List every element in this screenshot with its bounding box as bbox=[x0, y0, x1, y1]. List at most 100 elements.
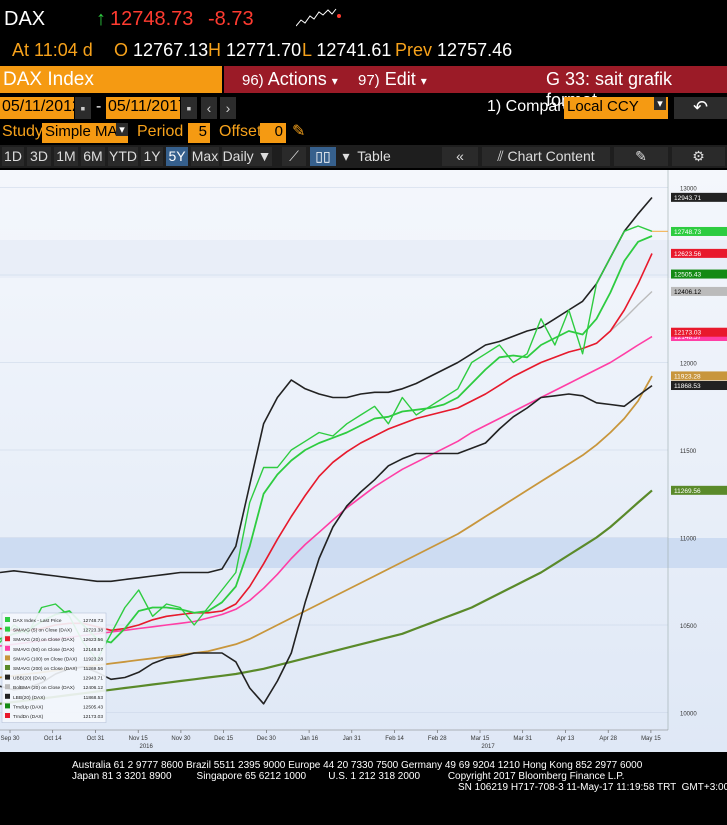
legend-swatch bbox=[5, 684, 10, 690]
value-tag-label: 11923.28 bbox=[674, 373, 701, 380]
x-year-label: 2016 bbox=[140, 744, 154, 750]
line-chart-icon[interactable]: ⟋ bbox=[282, 147, 306, 166]
table-button[interactable]: Table bbox=[355, 147, 393, 166]
menu-bar: 96) Actions ▾ 97) Edit ▾ G 33: sait graf… bbox=[224, 66, 727, 110]
legend-swatch bbox=[5, 655, 10, 661]
range-1m[interactable]: 1M bbox=[54, 147, 78, 166]
legend-value: 11923.28 bbox=[83, 656, 103, 662]
x-tick-label: Oct 14 bbox=[44, 736, 62, 742]
value-tag-label: 11868.53 bbox=[674, 383, 701, 390]
actions-menu-button[interactable]: 96) Actions ▾ bbox=[242, 69, 338, 90]
legend-swatch bbox=[5, 617, 10, 622]
range-6m[interactable]: 6M bbox=[81, 147, 105, 166]
start-date-field[interactable]: 05/11/2012 bbox=[0, 97, 81, 119]
y-tick-label: 12000 bbox=[680, 362, 697, 368]
footer-line-3: SN 106219 H717-708-3 11-May-17 11:19:58 … bbox=[458, 782, 727, 793]
legend-value: 11868.53 bbox=[83, 695, 103, 701]
ticker-row: DAX ↑ 12748.73 -8.73 bbox=[0, 0, 727, 38]
period-input[interactable]: 5 bbox=[188, 123, 210, 143]
legend-label: BolBMA (20) on Close (DAX) bbox=[13, 685, 75, 691]
highlight-band bbox=[0, 240, 727, 278]
value-tag-label: 12406.12 bbox=[674, 289, 701, 296]
legend-value: 12148.57 bbox=[83, 647, 103, 653]
period-label: Period bbox=[137, 123, 184, 140]
range-5y[interactable]: 5Y bbox=[166, 147, 188, 166]
security-title: DAX Index bbox=[0, 66, 222, 93]
chart-content-button[interactable]: ⫽ Chart Content bbox=[482, 147, 610, 166]
pencil-icon[interactable]: ✎ bbox=[292, 121, 305, 141]
legend-swatch bbox=[5, 626, 10, 632]
calendar-icon[interactable]: ▪ bbox=[181, 97, 197, 119]
legend: DAX Index - Last Price 12748.73 SMAVG (5) … bbox=[1, 612, 107, 723]
value-tag-label: 12505.43 bbox=[674, 272, 701, 279]
legend-value: 12406.12 bbox=[83, 685, 103, 691]
caret-down-icon: ▾ bbox=[654, 97, 666, 110]
legend-value: 12943.71 bbox=[83, 676, 103, 682]
range-3d[interactable]: 3D bbox=[27, 147, 51, 166]
y-tick-label: 13000 bbox=[680, 187, 697, 193]
range-max[interactable]: Max bbox=[191, 147, 219, 166]
offset-label: Offset bbox=[219, 123, 262, 140]
value-tag-label: 12748.73 bbox=[674, 229, 701, 236]
frequency-select[interactable]: Daily ▼ bbox=[222, 147, 272, 166]
legend-swatch bbox=[5, 693, 10, 699]
x-tick-label: Feb 28 bbox=[428, 736, 447, 742]
chart-icon: ⫽ bbox=[497, 148, 508, 164]
edit-menu-button[interactable]: 97) Edit ▾ bbox=[358, 69, 427, 90]
value-tag-label: 11269.56 bbox=[674, 488, 701, 495]
x-tick-label: Apr 28 bbox=[599, 736, 617, 742]
value-tag-label: 12173.03 bbox=[674, 330, 701, 337]
legend-label: SMAVG (100) on Close (DAX) bbox=[13, 656, 78, 662]
legend-label: TrndUp (DAX) bbox=[13, 704, 44, 710]
prev-period-icon[interactable]: ‹ bbox=[201, 97, 217, 119]
offset-input[interactable]: 0 bbox=[260, 123, 286, 143]
range-1d[interactable]: 1D bbox=[2, 147, 24, 166]
legend-label: LBB(20) (DAX) bbox=[13, 695, 45, 701]
edit-chart-icon[interactable]: ✎ bbox=[614, 147, 668, 166]
legend-label: TrndDn (DAX) bbox=[13, 714, 44, 720]
end-date-field[interactable]: 05/11/2017 bbox=[106, 97, 187, 119]
x-tick-label: Mar 31 bbox=[513, 736, 532, 742]
quote-row: At 11:04 d O 12767.13 H 12771.70 L 12741… bbox=[0, 38, 727, 64]
x-tick-label: May 15 bbox=[641, 736, 661, 742]
gear-icon[interactable]: ⚙ bbox=[672, 147, 725, 166]
x-tick-label: Dec 15 bbox=[214, 736, 234, 742]
prev-field: Prev 12757.46 bbox=[395, 40, 513, 60]
collapse-icon[interactable]: « bbox=[442, 147, 478, 166]
y-tick-label: 10500 bbox=[680, 624, 697, 630]
net-change: -8.73 bbox=[208, 8, 254, 30]
range-ytd[interactable]: YTD bbox=[108, 147, 138, 166]
legend-value: 12748.73 bbox=[83, 618, 103, 624]
legend-swatch bbox=[5, 713, 10, 718]
candle-chart-icon[interactable]: ▯▯ bbox=[310, 147, 336, 166]
x-tick-label: Sep 30 bbox=[0, 736, 20, 742]
back-icon[interactable]: ↶ bbox=[674, 97, 727, 119]
legend-label: UBB(20) (DAX) bbox=[13, 676, 46, 682]
footer-line-2: Japan 81 3 3201 8900 Singapore 65 6212 1… bbox=[72, 771, 625, 782]
next-period-icon[interactable]: › bbox=[220, 97, 236, 119]
range-1y[interactable]: 1Y bbox=[141, 147, 163, 166]
x-tick-label: Dec 30 bbox=[257, 736, 277, 742]
currency-select[interactable]: Local CCY ▾ bbox=[564, 97, 668, 119]
y-tick-label: 10000 bbox=[680, 712, 697, 718]
study-label: Study bbox=[2, 123, 43, 140]
price-chart[interactable]: 10000105001100011500120001250013000 Sep … bbox=[0, 170, 727, 752]
legend-label: SMAVG (20) on Close (DAX) bbox=[13, 637, 75, 643]
date-separator: - bbox=[96, 98, 102, 115]
x-tick-label: Nov 15 bbox=[129, 736, 149, 742]
calendar-icon[interactable]: ▪ bbox=[75, 97, 91, 119]
x-tick-label: Jan 31 bbox=[343, 736, 362, 742]
sparkline-icon bbox=[296, 8, 341, 27]
caret-down-icon[interactable]: ▾ bbox=[340, 147, 352, 166]
legend-swatch bbox=[5, 703, 10, 709]
value-tag-label: 12943.71 bbox=[674, 195, 701, 202]
chart-svg[interactable]: 10000105001100011500120001250013000 Sep … bbox=[0, 170, 727, 752]
study-type-select[interactable]: Simple MA ▾ bbox=[42, 123, 128, 143]
x-tick-label: Mar 15 bbox=[471, 736, 490, 742]
legend-label: SMAVG (50) on Close (DAX) bbox=[13, 647, 75, 653]
legend-value: 12505.43 bbox=[83, 704, 103, 710]
study-row: Study Simple MA ▾ Period 5 Offset 0 ✎ bbox=[0, 121, 727, 145]
legend-value: 12623.56 bbox=[83, 637, 103, 643]
footer: Australia 61 2 9777 8600 Brazil 5511 239… bbox=[0, 756, 727, 825]
legend-value: 11269.56 bbox=[83, 666, 103, 672]
